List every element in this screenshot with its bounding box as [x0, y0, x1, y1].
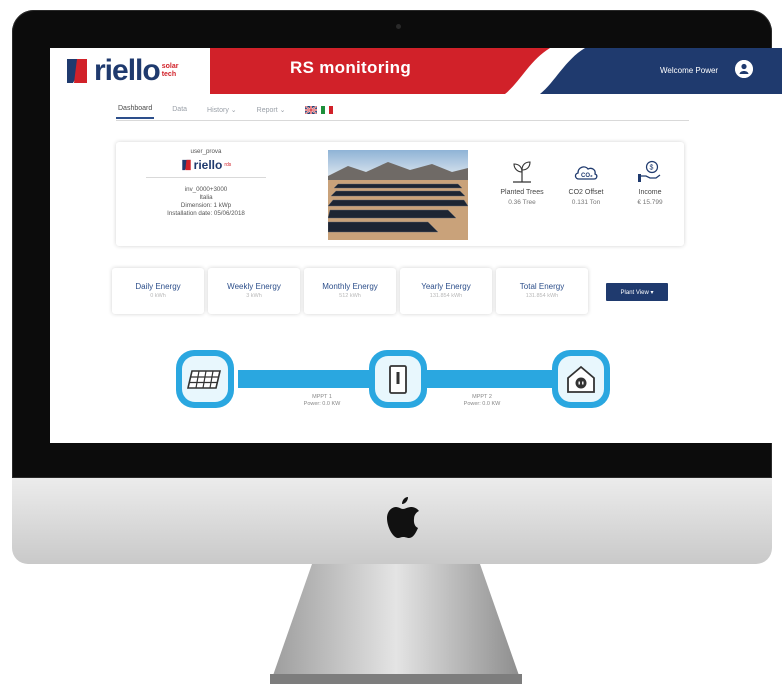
- plant-user: user_prova: [190, 148, 222, 155]
- riello-mark-icon: [67, 59, 87, 83]
- energy-total-value: 131.854 kWh: [525, 293, 559, 299]
- plant-view-dropdown[interactable]: Plant View ▾: [606, 283, 668, 301]
- node-inner: [558, 356, 604, 402]
- tab-report[interactable]: Report ⌄: [255, 106, 288, 119]
- riello-mark-icon: [181, 159, 191, 171]
- plant-card: user_prova riello rds inv_0000+3000 Ital…: [116, 142, 684, 246]
- plant-brand-name: riello: [193, 158, 223, 172]
- metric-income-value: € 15.799: [637, 199, 663, 206]
- energy-card-daily[interactable]: Daily Energy 0 kWh: [112, 268, 204, 314]
- energy-card-total[interactable]: Total Energy 131.854 kWh: [496, 268, 588, 314]
- metric-trees-label: Planted Trees: [500, 189, 544, 196]
- mppt-1-power: Power: 0.0 KW: [303, 401, 341, 407]
- metric-co2-value: 0.131 Ton: [571, 199, 601, 206]
- page-title: RS monitoring: [290, 58, 411, 77]
- plant-brand-sub: rds: [224, 162, 232, 168]
- energy-monthly-label: Monthly Energy: [322, 282, 378, 291]
- solar-panel-icon: [186, 370, 222, 389]
- svg-text:CO₂: CO₂: [581, 173, 593, 179]
- coin-hand-icon: $: [638, 160, 661, 182]
- energy-card-weekly[interactable]: Weekly Energy 3 kWh: [208, 268, 300, 314]
- node-inner: [182, 356, 228, 402]
- energy-daily-value: 0 kWh: [150, 293, 166, 299]
- co2-cloud-icon: CO₂: [574, 166, 598, 180]
- sprout-icon: [513, 161, 531, 183]
- energy-card-monthly[interactable]: Monthly Energy 512 kWh: [304, 268, 396, 314]
- tab-dashboard[interactable]: Dashboard: [116, 105, 155, 119]
- inverter-node[interactable]: [369, 350, 427, 408]
- node-inner: [375, 356, 421, 402]
- metric-income-label: Income: [638, 189, 662, 196]
- divider: [146, 177, 266, 178]
- solar-panel-node[interactable]: [176, 350, 234, 408]
- house-plug-icon: [567, 365, 595, 393]
- plant-info: user_prova riello rds inv_0000+3000 Ital…: [116, 148, 296, 218]
- app-screen: riello solar tech RS monitoring Welcome …: [50, 48, 782, 443]
- metric-co2-label: CO2 Offset: [568, 189, 604, 196]
- svg-text:$: $: [650, 165, 654, 172]
- mppt-2-name: MPPT 2: [472, 394, 492, 400]
- italy-flag-icon[interactable]: [321, 105, 334, 114]
- tab-data[interactable]: Data: [170, 106, 189, 118]
- energy-total-label: Total Energy: [519, 282, 565, 291]
- energy-yearly-label: Yearly Energy: [421, 282, 471, 291]
- mppt-2-power: Power: 0.0 KW: [463, 401, 501, 407]
- tab-history[interactable]: History ⌄: [205, 106, 239, 119]
- mppt-1-name: MPPT 1: [312, 394, 332, 400]
- plant-country: Italia: [199, 194, 213, 201]
- mppt-2: MPPT 2 Power: 0.0 KW: [452, 394, 512, 408]
- welcome-text: Welcome Power: [660, 66, 719, 75]
- house-node[interactable]: [552, 350, 610, 408]
- uk-flag-icon[interactable]: [305, 105, 318, 114]
- metric-co2: CO₂ CO2 Offset 0.131 Ton: [556, 160, 616, 208]
- main-nav: Dashboard Data History ⌄ Report ⌄: [116, 104, 689, 121]
- plant-photo: [328, 150, 468, 240]
- energy-monthly-value: 512 kWh: [339, 293, 361, 299]
- plant-dimension: Dimension: 1 kWp: [180, 202, 232, 209]
- plant-id: inv_0000+3000: [184, 186, 228, 193]
- metric-trees-value: 0.36 Tree: [508, 199, 536, 206]
- brand-name: riello: [94, 54, 161, 87]
- plant-installation-date: Installation date: 05/06/2018: [167, 210, 245, 217]
- metric-trees: Planted Trees 0.36 Tree: [492, 160, 552, 208]
- brand-sub: solar tech: [161, 63, 179, 78]
- energy-daily-label: Daily Energy: [135, 282, 181, 291]
- user-avatar-icon[interactable]: [735, 60, 753, 78]
- metric-income: $ Income € 15.799: [620, 160, 680, 208]
- energy-weekly-label: Weekly Energy: [227, 282, 281, 291]
- inverter-icon: [389, 365, 407, 394]
- brand-logo[interactable]: riello solar tech: [64, 54, 180, 88]
- energy-weekly-value: 3 kWh: [246, 293, 262, 299]
- energy-yearly-value: 131.854 kWh: [429, 293, 463, 299]
- plant-brand-logo: riello rds: [116, 159, 296, 171]
- energy-card-yearly[interactable]: Yearly Energy 131.854 kWh: [400, 268, 492, 314]
- language-selector: [303, 105, 337, 119]
- mppt-1: MPPT 1 Power: 0.0 KW: [292, 394, 352, 408]
